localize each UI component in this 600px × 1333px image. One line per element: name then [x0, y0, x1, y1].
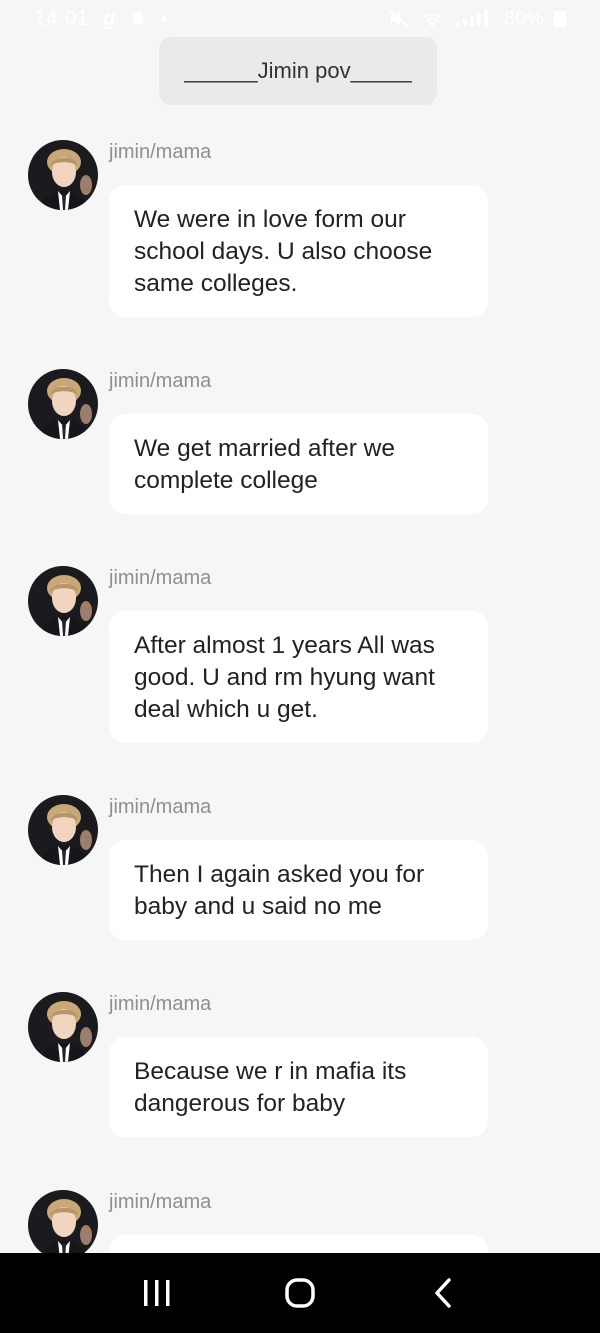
app-notification-icon: g: [103, 7, 116, 30]
snapchat-icon: [131, 12, 146, 25]
sender-name: jimin/mama: [109, 567, 212, 589]
wifi-icon: [423, 13, 441, 27]
back-button[interactable]: [413, 1263, 473, 1323]
message-bubble[interactable]: We get married after we complete college: [109, 414, 488, 514]
home-icon: [285, 1278, 315, 1308]
chapter-title: ______Jimin pov_____: [159, 37, 437, 105]
avatar[interactable]: [28, 566, 98, 636]
message-bubble[interactable]: Then I again asked you for baby and u sa…: [109, 840, 488, 940]
sender-name: jimin/mama: [109, 1191, 212, 1213]
avatar[interactable]: [28, 369, 98, 439]
notification-dot-icon: [161, 16, 168, 22]
sender-name: jimin/mama: [109, 141, 212, 163]
signal-icon: [455, 10, 488, 27]
avatar[interactable]: [28, 1190, 98, 1260]
status-time: 14:01: [34, 7, 90, 30]
recent-apps-button[interactable]: [127, 1263, 187, 1323]
avatar[interactable]: [28, 992, 98, 1062]
status-left: 14:01 g: [34, 7, 168, 31]
navigation-bar: [0, 1253, 600, 1333]
message-bubble[interactable]: After almost 1 years All was good. U and…: [109, 611, 488, 743]
back-icon: [435, 1278, 452, 1308]
status-bar: 14:01 g 80%: [0, 0, 600, 38]
sender-name: jimin/mama: [109, 796, 212, 818]
mute-icon: [389, 10, 409, 28]
avatar[interactable]: [28, 795, 98, 865]
status-right: 80%: [388, 8, 566, 31]
message-bubble[interactable]: Because we r in mafia its dangerous for …: [109, 1037, 488, 1137]
battery-percent: 80%: [503, 7, 544, 30]
home-button[interactable]: [270, 1263, 330, 1323]
sender-name: jimin/mama: [109, 993, 212, 1015]
battery-icon: [554, 11, 566, 27]
recent-apps-icon: [143, 1280, 170, 1306]
avatar[interactable]: [28, 140, 98, 210]
sender-name: jimin/mama: [109, 370, 212, 392]
message-bubble[interactable]: We were in love form our school days. U …: [109, 185, 488, 317]
